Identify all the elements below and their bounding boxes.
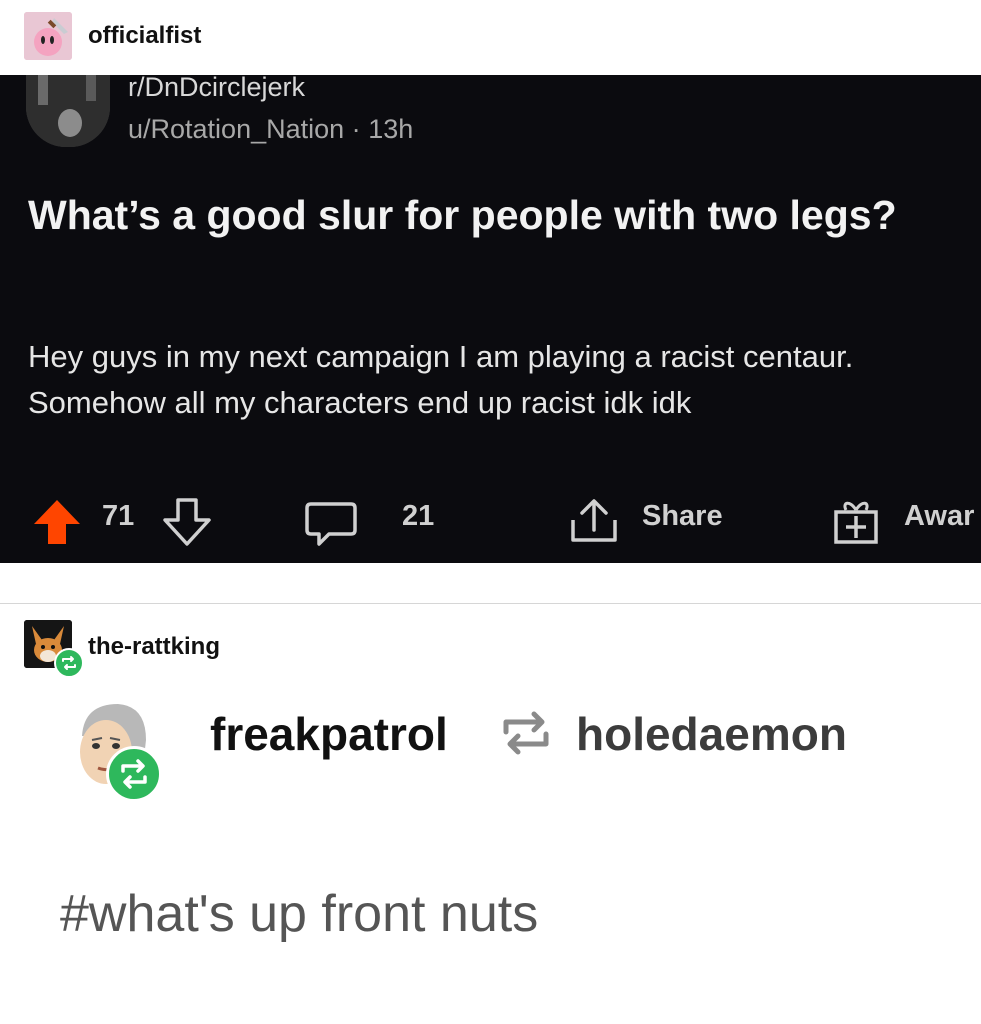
reblog-chain-icon	[503, 711, 549, 755]
post-meta: u/Rotation_Nation · 13h	[128, 114, 413, 145]
upvote-count: 71	[102, 500, 135, 532]
share-label: Share	[642, 500, 723, 532]
comment-count: 21	[402, 500, 435, 532]
post-tag[interactable]: #what's up front nuts	[60, 884, 538, 944]
comment-bubble-icon	[305, 502, 357, 546]
reddit-screenshot	[0, 75, 981, 563]
subreddit-name: r/DnDcirclejerk	[128, 72, 306, 102]
reblog-icon	[121, 759, 147, 789]
reddit-post-body: Hey guys in my next campaign I am playin…	[28, 339, 854, 420]
post-author-name[interactable]: officialfist	[88, 22, 201, 50]
upvote-arrow-icon	[34, 500, 80, 544]
kirby-knife-avatar-icon	[24, 12, 72, 60]
officialfist-avatar[interactable]	[24, 12, 72, 60]
reblog-parent-user[interactable]: holedaemon	[576, 707, 847, 761]
post-divider	[0, 603, 981, 604]
reblogger-name[interactable]: the-rattking	[88, 633, 220, 661]
reddit-author: u/Rotation_Nation	[128, 114, 345, 144]
reblog-badge-large	[106, 746, 162, 802]
meta-separator: ·	[351, 114, 361, 144]
reddit-post-title: What’s a good slur for people with two l…	[28, 192, 897, 238]
award-gift-icon	[834, 501, 878, 544]
share-icon	[571, 499, 617, 542]
reblog-source-user[interactable]: freakpatrol	[210, 707, 448, 761]
post-age: 13h	[368, 114, 414, 144]
reblog-icon	[62, 656, 76, 670]
award-label: Awar	[904, 500, 975, 532]
reblog-badge	[54, 648, 84, 678]
downvote-arrow-icon	[163, 498, 211, 546]
